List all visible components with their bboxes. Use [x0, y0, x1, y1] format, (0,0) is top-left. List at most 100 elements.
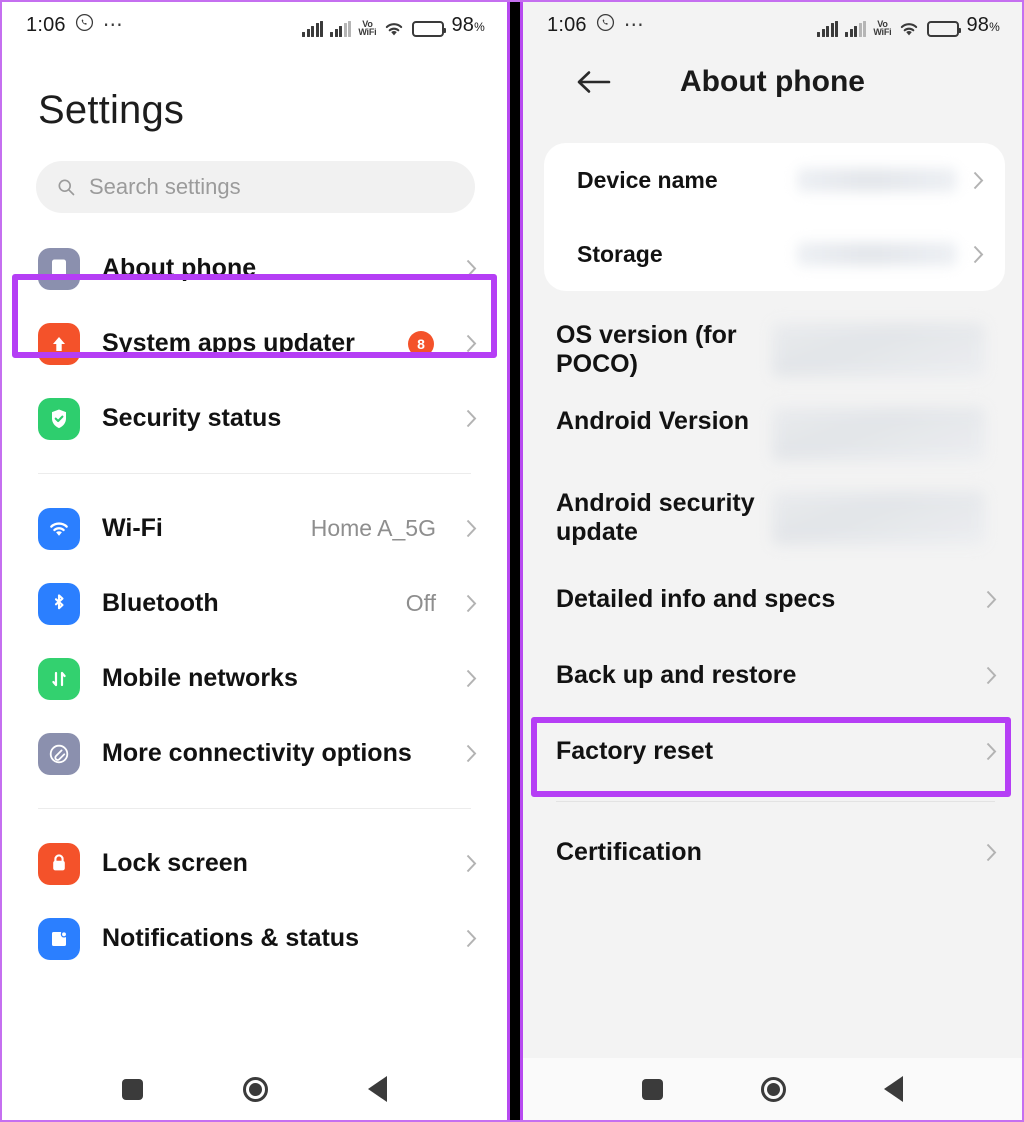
wifi-icon: [38, 507, 80, 550]
chevron-right-icon: [973, 171, 984, 190]
sidebar-item-more-connectivity-options[interactable]: More connectivity options: [2, 716, 507, 791]
row-device-name[interactable]: Device name: [544, 143, 1005, 217]
recents-square-icon[interactable]: [122, 1078, 143, 1100]
nav-bar-left: [2, 1058, 507, 1120]
sidebar-item-label: System apps updater: [102, 329, 355, 358]
volte-bottom-text: WiFi: [873, 27, 892, 37]
sidebar-item-lock-screen[interactable]: Lock screen: [2, 826, 507, 901]
back-triangle-icon[interactable]: [368, 1076, 387, 1102]
row-back-up-and-restore[interactable]: Back up and restore: [544, 637, 1005, 713]
row-os-version[interactable]: OS version (for POCO): [544, 307, 1005, 393]
battery-icon: [412, 20, 447, 37]
home-circle-icon[interactable]: [761, 1076, 786, 1102]
row-label: Detailed info and specs: [556, 584, 836, 613]
device-summary-card: Device name Storage: [544, 143, 1005, 291]
battery-icon: [927, 20, 962, 37]
panel-divider: [507, 2, 523, 1120]
sidebar-item-value: Home A_5G: [310, 515, 436, 541]
wifi-icon: [898, 20, 920, 37]
chevron-right-icon: [466, 594, 477, 613]
sidebar-item-label: Mobile networks: [102, 664, 298, 693]
volte-bottom-text: WiFi: [358, 27, 377, 37]
sidebar-item-label: Wi-Fi: [102, 514, 163, 543]
battery-percent-symbol: %: [989, 19, 1000, 34]
recents-square-icon[interactable]: [642, 1078, 663, 1100]
sidebar-item-notifications-status[interactable]: Notifications & status: [2, 901, 507, 976]
status-bar-right-group: Vo WiFi 98%: [302, 14, 485, 37]
row-android-security-update[interactable]: Android security update: [544, 475, 1005, 561]
chevron-right-icon: [466, 929, 477, 948]
row-value-blurred: [797, 242, 957, 266]
settings-list: About phone System apps updater 8 Securi…: [2, 213, 507, 976]
chevron-right-icon: [466, 409, 477, 428]
chevron-right-icon: [466, 854, 477, 873]
status-time: 1:06: [26, 13, 66, 36]
row-value-blurred: [772, 491, 985, 545]
row-value-blurred: [772, 407, 985, 461]
chevron-right-icon: [986, 843, 997, 862]
screenshot-root: 1:06 ⋯ Vo WiFi 98% Settings Search setti…: [0, 0, 1024, 1122]
overflow-dots-icon: ⋯: [623, 14, 645, 36]
row-detailed-info-and-specs[interactable]: Detailed info and specs: [544, 561, 1005, 637]
row-factory-reset[interactable]: Factory reset: [544, 713, 1005, 789]
status-bar-left-group: 1:06 ⋯: [547, 13, 645, 38]
chevron-right-icon: [986, 666, 997, 685]
battery-percent-symbol: %: [474, 19, 485, 34]
battery-percent: 98%: [451, 14, 485, 37]
left-phone-panel: 1:06 ⋯ Vo WiFi 98% Settings Search setti…: [2, 2, 507, 1120]
version-info-list: OS version (for POCO) Android Version An…: [523, 291, 1022, 890]
row-label: Factory reset: [556, 736, 714, 765]
battery-percent-value: 98: [451, 13, 475, 36]
signal-bars-sim2-icon: [330, 20, 352, 37]
sidebar-item-about-phone[interactable]: About phone: [2, 231, 507, 306]
volte-wifi-icon: Vo WiFi: [358, 19, 377, 37]
signal-bars-sim2-icon: [845, 20, 867, 37]
row-label: Device name: [577, 166, 718, 193]
update-count-badge: 8: [408, 330, 434, 357]
list-divider: [38, 473, 471, 474]
list-divider: [556, 801, 995, 802]
row-label: Certification: [556, 837, 702, 866]
sidebar-item-mobile-networks[interactable]: Mobile networks: [2, 641, 507, 716]
sidebar-item-wifi[interactable]: Wi-Fi Home A_5G: [2, 491, 507, 566]
search-placeholder: Search settings: [89, 174, 241, 199]
volte-wifi-icon: Vo WiFi: [873, 19, 892, 37]
whatsapp-icon: [596, 13, 615, 38]
sidebar-item-bluetooth[interactable]: Bluetooth Off: [2, 566, 507, 641]
row-android-version[interactable]: Android Version: [544, 393, 1005, 475]
whatsapp-icon: [75, 13, 94, 38]
sidebar-item-label: Notifications & status: [102, 924, 359, 953]
sidebar-item-label: Security status: [102, 404, 282, 433]
back-triangle-icon[interactable]: [884, 1076, 903, 1102]
row-certification[interactable]: Certification: [544, 814, 1005, 890]
status-time: 1:06: [547, 13, 587, 36]
sidebar-item-label: About phone: [102, 254, 257, 283]
back-arrow-icon[interactable]: [577, 69, 613, 95]
search-input[interactable]: Search settings: [36, 161, 475, 213]
app-bar: About phone: [523, 48, 1022, 116]
nav-bar-right: [523, 1058, 1022, 1120]
chevron-right-icon: [986, 590, 997, 609]
chevron-right-icon: [466, 334, 477, 353]
row-label: Storage: [577, 240, 663, 267]
row-label: Android Version: [556, 407, 750, 435]
row-label: OS version (for POCO): [556, 321, 737, 378]
row-storage[interactable]: Storage: [544, 217, 1005, 291]
notification-icon: [38, 917, 80, 960]
signal-bars-sim1-icon: [302, 20, 324, 37]
sidebar-item-system-apps-updater[interactable]: System apps updater 8: [2, 306, 507, 381]
arrow-up-icon: [38, 322, 80, 365]
chevron-right-icon: [466, 669, 477, 688]
chevron-right-icon: [986, 742, 997, 761]
sidebar-item-label: Bluetooth: [102, 589, 219, 618]
link-icon: [38, 732, 80, 775]
sidebar-item-security-status[interactable]: Security status: [2, 381, 507, 456]
status-bar-left-group: 1:06 ⋯: [26, 13, 124, 38]
sidebar-item-value: Off: [405, 590, 436, 616]
bluetooth-icon: [38, 582, 80, 625]
status-bar-right: 1:06 ⋯ Vo WiFi 98%: [523, 2, 1022, 48]
battery-percent: 98%: [966, 14, 1000, 37]
search-icon: [56, 177, 76, 197]
home-circle-icon[interactable]: [243, 1076, 268, 1102]
lock-icon: [38, 842, 80, 885]
